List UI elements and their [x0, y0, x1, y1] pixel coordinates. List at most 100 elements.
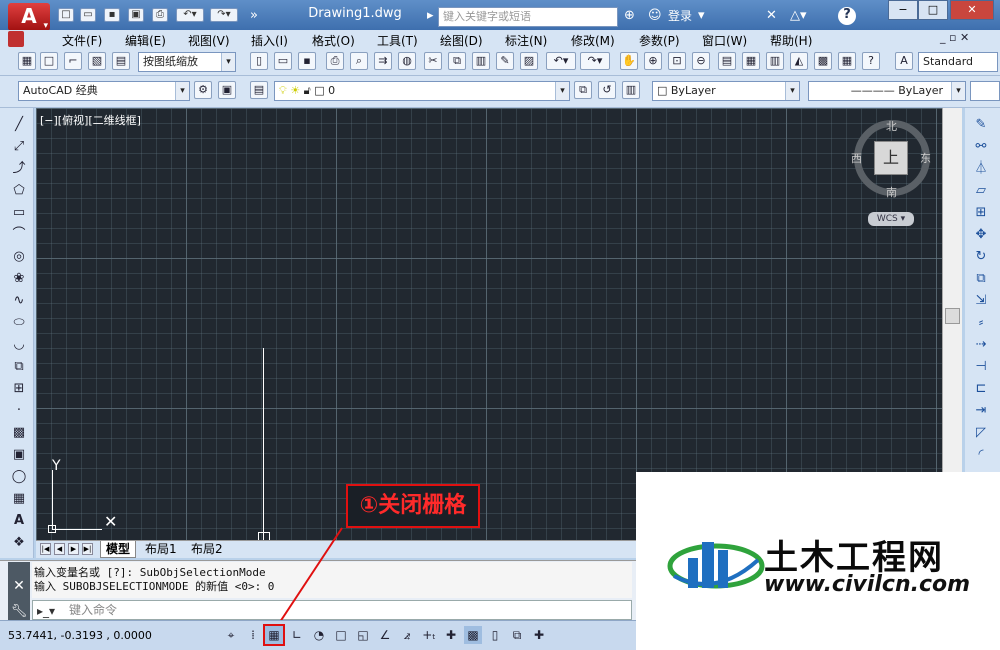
- workspace-combo[interactable]: AutoCAD 经典 ▾: [18, 81, 190, 101]
- undo-icon[interactable]: ↶▾: [176, 8, 204, 22]
- layer-previous-icon[interactable]: ↺: [598, 81, 616, 99]
- zoom-previous-icon[interactable]: ⊖: [692, 52, 710, 70]
- layer-combo[interactable]: 💡︎ ☀ 🔓︎ □ 0 ▾: [274, 81, 570, 101]
- copy-icon[interactable]: ⧉: [448, 52, 466, 70]
- insert-block-icon[interactable]: ⧉: [10, 358, 28, 376]
- customize-icon[interactable]: ▣: [218, 81, 236, 99]
- circle-icon[interactable]: ◎: [10, 248, 28, 266]
- menu-dimension[interactable]: 标注(N): [505, 32, 547, 49]
- object-snap-icon[interactable]: □: [332, 626, 350, 644]
- zoom-window-icon[interactable]: ⊡: [668, 52, 686, 70]
- next-tab-icon[interactable]: ▶: [68, 543, 79, 555]
- workspace-settings-icon[interactable]: ⚙: [194, 81, 212, 99]
- spline-icon[interactable]: ∿: [10, 292, 28, 310]
- snap-mode-icon[interactable]: ⁞: [244, 626, 262, 644]
- region-icon[interactable]: ◯: [10, 468, 28, 486]
- maximize-button[interactable]: □: [918, 0, 948, 20]
- table-icon[interactable]: ▦: [10, 490, 28, 508]
- make-block-icon[interactable]: ⊞: [10, 380, 28, 398]
- point-icon[interactable]: ·: [10, 402, 28, 420]
- open-icon[interactable]: ▭: [80, 8, 96, 22]
- chamfer-icon[interactable]: ◸: [971, 424, 991, 442]
- scale-icon[interactable]: ⧉: [971, 270, 991, 288]
- undo-tool-icon[interactable]: ↶▾: [546, 52, 576, 70]
- erase-icon[interactable]: ✎: [971, 116, 991, 134]
- color-combo[interactable]: □ ByLayer ▾: [652, 81, 800, 101]
- pan-icon[interactable]: ✋: [620, 52, 638, 70]
- object-snap-tracking-icon[interactable]: ∠: [376, 626, 394, 644]
- application-menu-button[interactable]: A: [8, 3, 50, 31]
- wcs-menu-button[interactable]: WCS ▾: [868, 212, 914, 226]
- make-current-layer-icon[interactable]: ⧉: [574, 81, 592, 99]
- tab-layout1[interactable]: 布局1: [140, 541, 182, 558]
- document-icon[interactable]: [8, 31, 24, 47]
- menu-insert[interactable]: 插入(I): [251, 32, 288, 49]
- polyline-icon[interactable]: ⤴: [10, 160, 28, 178]
- text-style-combo[interactable]: Standard: [918, 52, 998, 72]
- array-icon[interactable]: ⊞: [971, 204, 991, 222]
- publish-icon[interactable]: ▤: [112, 52, 130, 70]
- menu-format[interactable]: 格式(O): [312, 32, 355, 49]
- polygon-icon[interactable]: ⬠: [10, 182, 28, 200]
- polar-tracking-icon[interactable]: ◔: [310, 626, 328, 644]
- annotation-monitor-icon[interactable]: ✚: [530, 626, 548, 644]
- extend-icon[interactable]: ⇢: [971, 336, 991, 354]
- save-file-icon[interactable]: ▪: [298, 52, 316, 70]
- document-window-controls[interactable]: _ ▫ ✕: [940, 31, 969, 44]
- rectangle-icon[interactable]: ▭: [10, 204, 28, 222]
- design-center-icon[interactable]: ▦: [742, 52, 760, 70]
- hatch-icon[interactable]: ▩: [10, 424, 28, 442]
- layer-states-icon[interactable]: ▥: [622, 81, 640, 99]
- close-button[interactable]: ✕: [950, 0, 994, 20]
- join-icon[interactable]: ⇥: [971, 402, 991, 420]
- construction-line-icon[interactable]: ⤢: [10, 138, 28, 156]
- viewport-icon[interactable]: ⌐: [64, 52, 82, 70]
- close-command-icon[interactable]: ✕: [8, 578, 30, 594]
- user-icon[interactable]: ☺: [648, 8, 662, 24]
- command-window-handle[interactable]: ✕ 🔧︎: [8, 562, 30, 620]
- transparency-icon[interactable]: ▩: [464, 626, 482, 644]
- new-icon[interactable]: □: [58, 8, 74, 22]
- sheet-set-icon[interactable]: ◭: [790, 52, 808, 70]
- dynamic-ucs-icon[interactable]: ⦨: [398, 626, 416, 644]
- gradient-icon[interactable]: ▣: [10, 446, 28, 464]
- binoculars-icon[interactable]: ⊕: [624, 8, 635, 24]
- tool-palettes-icon[interactable]: ▥: [766, 52, 784, 70]
- save-as-icon[interactable]: ▣: [128, 8, 144, 22]
- viewcube-top-face[interactable]: 上: [874, 141, 908, 175]
- menu-tools[interactable]: 工具(T): [377, 32, 418, 49]
- rect-icon[interactable]: □: [40, 52, 58, 70]
- coordinate-display[interactable]: 53.7441, -0.3193 , 0.0000: [8, 629, 152, 642]
- page-setup-icon[interactable]: ▧: [88, 52, 106, 70]
- open-file-icon[interactable]: ▭: [274, 52, 292, 70]
- ellipse-arc-icon[interactable]: ◡: [10, 336, 28, 354]
- quick-properties-icon[interactable]: ▯: [486, 626, 504, 644]
- preview-icon[interactable]: ⌕: [350, 52, 368, 70]
- grid-display-button[interactable]: ▦: [263, 624, 285, 646]
- fillet-icon[interactable]: ◜: [971, 446, 991, 464]
- lineweight-combo[interactable]: [970, 81, 1000, 101]
- stretch-icon[interactable]: ⇲: [971, 292, 991, 310]
- paste-icon[interactable]: ▥: [472, 52, 490, 70]
- rotate-icon[interactable]: ↻: [971, 248, 991, 266]
- new-file-icon[interactable]: ▯: [250, 52, 268, 70]
- move-icon[interactable]: ✥: [971, 226, 991, 244]
- login-link[interactable]: 登录: [668, 8, 692, 24]
- zoom-combo[interactable]: 按图纸缩放 ▾: [138, 52, 236, 72]
- block-editor-icon[interactable]: ▨: [520, 52, 538, 70]
- login-dropdown-icon[interactable]: ▾: [698, 8, 705, 24]
- lineweight-icon[interactable]: ✚: [442, 626, 460, 644]
- scrollbar-thumb[interactable]: [945, 308, 960, 324]
- last-tab-icon[interactable]: ▶|: [82, 543, 93, 555]
- infer-constraints-icon[interactable]: ⌖: [222, 626, 240, 644]
- menu-window[interactable]: 窗口(W): [702, 32, 747, 49]
- 3d-osnap-icon[interactable]: ◱: [354, 626, 372, 644]
- exchange-icon[interactable]: ✕: [766, 8, 777, 24]
- ortho-mode-icon[interactable]: ∟: [288, 626, 306, 644]
- selection-cycling-icon[interactable]: ⧉: [508, 626, 526, 644]
- linetype-combo[interactable]: ———— ByLayer ▾: [808, 81, 966, 101]
- add-selected-icon[interactable]: ❖: [10, 534, 28, 552]
- tab-model[interactable]: 模型: [100, 541, 137, 558]
- menu-draw[interactable]: 绘图(D): [440, 32, 483, 49]
- redo-icon[interactable]: ↷▾: [210, 8, 238, 22]
